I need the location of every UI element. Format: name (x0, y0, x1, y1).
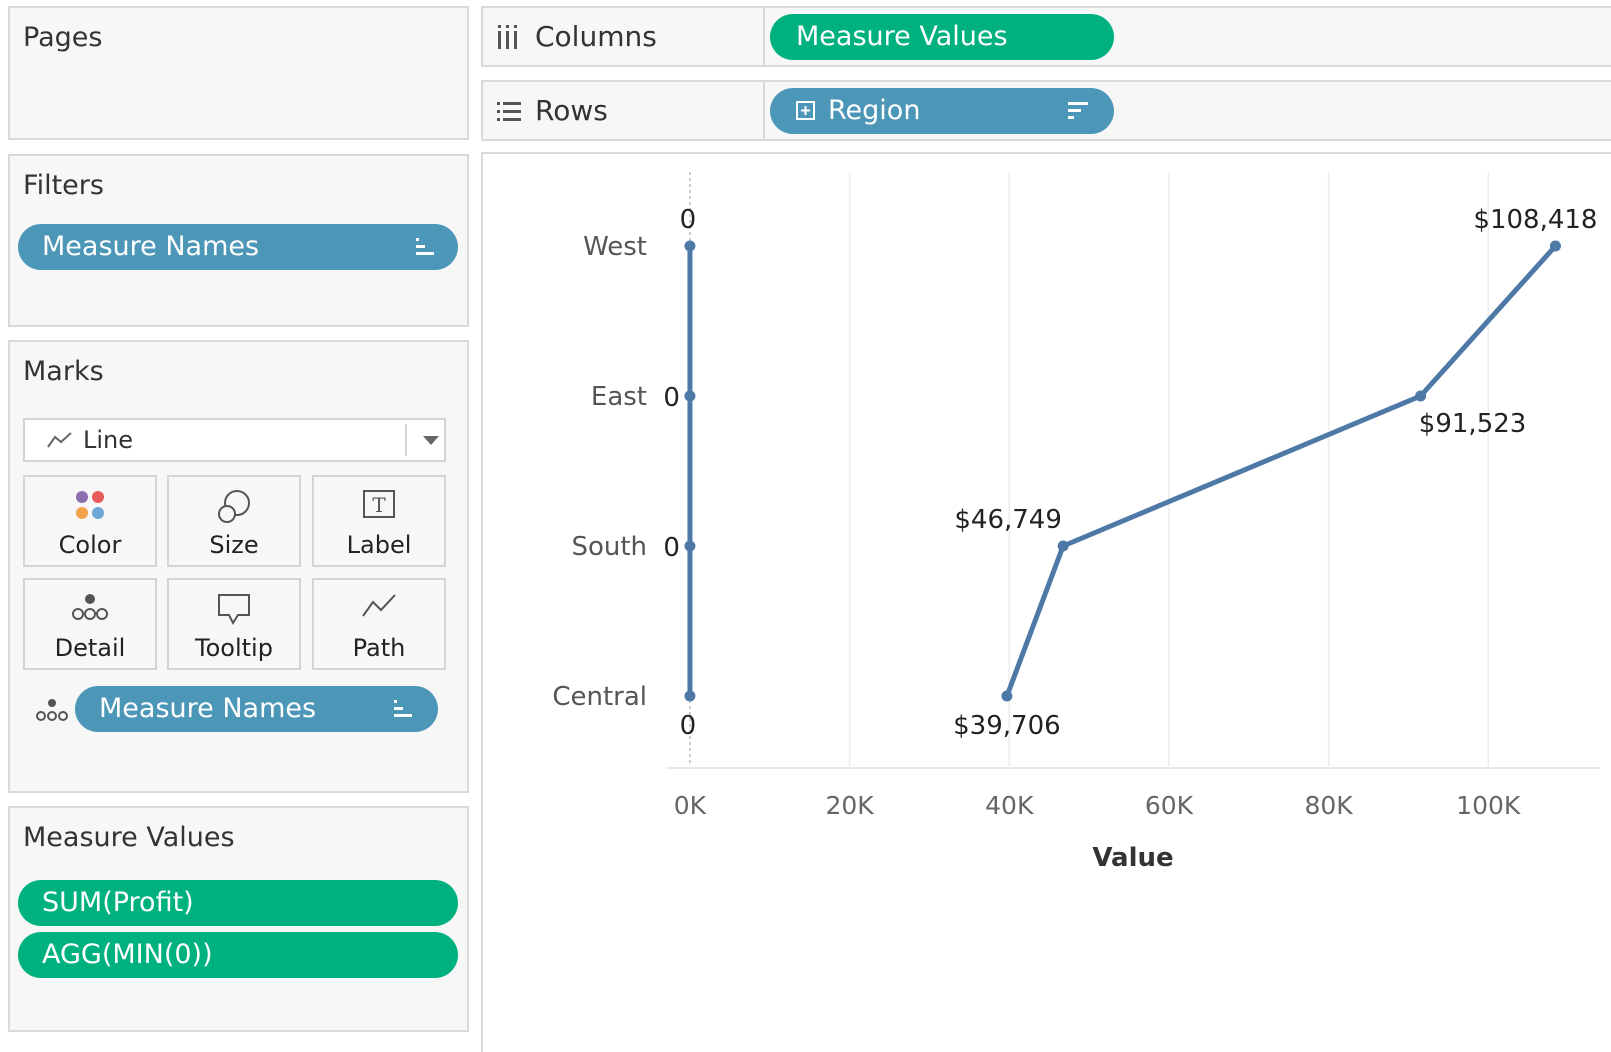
color-card-label: Color (58, 531, 122, 559)
marks-panel: Marks Line Color Size T Label Detail Too… (8, 340, 469, 793)
x-axis-title: Value (1092, 843, 1173, 873)
detail-card[interactable]: Detail (23, 578, 157, 670)
viz-area: 0K 20K 40K 60K 80K 100K Value West East South Cent… (481, 152, 1611, 1052)
tooltip-card[interactable]: Tooltip (167, 578, 301, 670)
data-point (684, 240, 696, 252)
x-tick-label: 0K (674, 791, 707, 820)
data-label: $108,418 (1473, 205, 1597, 235)
x-tick-label: 100K (1456, 791, 1521, 820)
marks-detail-pill-measure-names[interactable]: Measure Names (75, 686, 438, 732)
sort-icon (394, 700, 412, 717)
rows-pill-label: Region (828, 95, 921, 126)
label-card-label: Label (346, 531, 412, 559)
dropdown-divider (405, 424, 407, 456)
columns-label: Columns (535, 20, 657, 53)
measure-values-title: Measure Values (23, 822, 235, 853)
mark-type-dropdown[interactable]: Line (23, 418, 446, 462)
rows-shelf-divider (763, 82, 765, 139)
data-point (684, 390, 696, 402)
row-label-east: East (591, 382, 647, 412)
rows-pill-region[interactable]: Region (770, 88, 1114, 134)
measure-pill-label: SUM(Profit) (42, 887, 194, 918)
data-point (1415, 390, 1427, 402)
filters-panel: Filters Measure Names (8, 154, 469, 327)
pages-panel: Pages (8, 6, 469, 140)
size-card[interactable]: Size (167, 475, 301, 567)
data-label: $46,749 (954, 505, 1062, 535)
mark-type-label: Line (83, 426, 134, 454)
x-tick-label: 20K (825, 791, 874, 820)
marks-title: Marks (23, 356, 104, 387)
chevron-down-icon[interactable] (423, 436, 439, 446)
data-label: $91,523 (1419, 409, 1527, 439)
measure-pill-label: AGG(MIN(0)) (42, 939, 213, 970)
tooltip-icon (218, 594, 250, 626)
columns-pill-label: Measure Values (796, 21, 1008, 52)
columns-shelf: Columns Measure Values (481, 6, 1611, 67)
data-point (684, 690, 696, 702)
measure-pill-sum-profit[interactable]: SUM(Profit) (18, 880, 458, 926)
detail-icon (72, 594, 108, 620)
filter-pill-measure-names[interactable]: Measure Names (18, 224, 458, 270)
tooltip-card-label: Tooltip (195, 634, 273, 662)
columns-pill-measure-values[interactable]: Measure Values (770, 14, 1114, 60)
measure-pill-agg-min[interactable]: AGG(MIN(0)) (18, 932, 458, 978)
data-point (684, 540, 696, 552)
color-icon (76, 491, 104, 519)
row-label-south: South (571, 532, 647, 562)
columns-shelf-divider (763, 8, 765, 65)
x-tick-label: 80K (1304, 791, 1353, 820)
series-line-0 (1004, 244, 1558, 697)
x-tick-label: 60K (1145, 791, 1194, 820)
path-card-label: Path (352, 634, 406, 662)
data-label: 0 (663, 383, 680, 413)
data-point (1549, 240, 1561, 252)
rows-icon (497, 102, 521, 121)
x-tick-label: 40K (985, 791, 1034, 820)
data-label: 0 (663, 533, 680, 563)
rows-label: Rows (535, 94, 608, 127)
sort-icon (416, 238, 434, 255)
line-chart: 0K 20K 40K 60K 80K 100K Value West East South Cent… (552, 172, 1600, 873)
size-card-label: Size (209, 531, 259, 559)
color-card[interactable]: Color (23, 475, 157, 567)
filter-pill-label: Measure Names (42, 231, 260, 262)
svg-text:T: T (372, 493, 386, 517)
detail-field-icon (36, 699, 68, 721)
text-label-icon: T (363, 490, 395, 518)
marks-detail-pill-label: Measure Names (99, 693, 317, 724)
expand-icon[interactable] (796, 101, 816, 121)
label-card[interactable]: T Label (312, 475, 446, 567)
size-icon (218, 490, 250, 523)
path-card[interactable]: Path (312, 578, 446, 670)
line-mark-icon (47, 432, 72, 448)
data-label: 0 (680, 711, 697, 741)
row-label-central: Central (552, 682, 647, 712)
detail-card-label: Detail (54, 634, 126, 662)
data-label: $39,706 (953, 711, 1061, 741)
columns-icon (498, 25, 517, 49)
data-point (1057, 540, 1069, 552)
data-label: 0 (680, 205, 697, 235)
measure-values-panel: Measure Values SUM(Profit) AGG(MIN(0)) (8, 806, 469, 1032)
data-point (1001, 690, 1013, 702)
sort-descending-icon (1068, 102, 1088, 119)
pages-title: Pages (23, 22, 103, 53)
rows-shelf: Rows Region (481, 80, 1611, 141)
row-label-west: West (583, 232, 647, 262)
filters-title: Filters (23, 170, 104, 201)
path-icon (362, 594, 396, 617)
